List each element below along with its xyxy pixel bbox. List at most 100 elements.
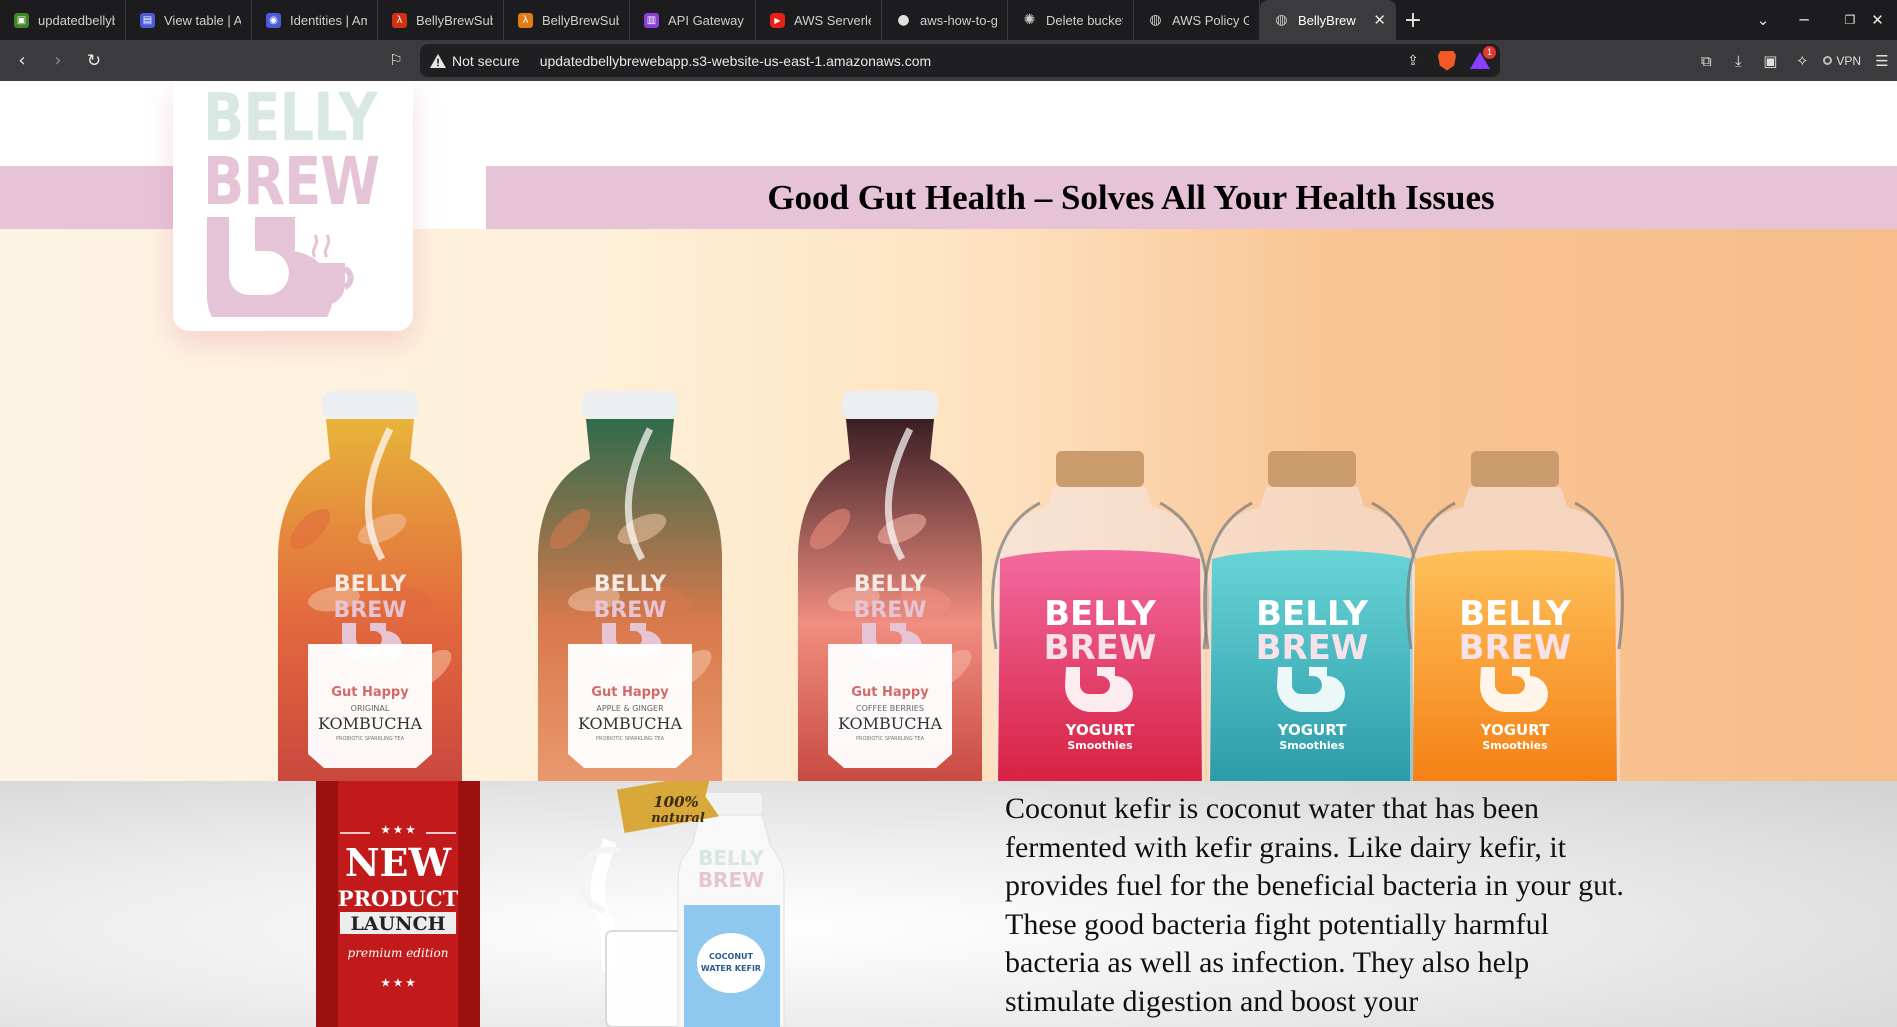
leo-ai-icon[interactable]: ✧ — [1791, 50, 1813, 72]
chatgpt-icon: ✺ — [1023, 12, 1036, 28]
cork — [1268, 451, 1356, 487]
kombucha-brand-text: BREW — [333, 598, 406, 623]
brave-shields-icon[interactable] — [1438, 50, 1456, 71]
tab-9[interactable]: ✺ Delete bucket polic — [1008, 0, 1134, 40]
address-bar-actions: ⇪ 1 — [1402, 44, 1496, 77]
tab-title: BellyBrew — [1298, 12, 1356, 28]
yogurt-jar-3: BELLYBREWYOGURTSmoothies — [1405, 451, 1625, 781]
yogurt-sub: Smoothies — [1482, 739, 1548, 752]
cork — [1471, 451, 1559, 487]
coconut-kefir-visual: BELLYBREW COCONUT WATER KEFIR 100%natural — [576, 781, 785, 1027]
kombucha-brand-text: BREW — [593, 598, 666, 623]
tab-4[interactable]: λ BellyBrewSubmitHa — [378, 0, 504, 40]
tab-title: BellyBrewSubmitHa — [416, 12, 493, 28]
sidebar-icon[interactable]: ▣ — [1759, 50, 1781, 72]
yogurt-name: YOGURT — [1065, 721, 1135, 739]
lambda-icon: λ — [518, 12, 533, 28]
ribbon-new: NEW — [345, 840, 453, 885]
milk-glass — [605, 930, 683, 1027]
vpn-button[interactable]: VPN — [1823, 54, 1861, 68]
kombucha-brand-text: BELLY — [854, 572, 927, 597]
tab-title: API Gateway - API s — [668, 12, 745, 28]
address-bar[interactable]: Not secure updatedbellybrewebapp.s3-webs… — [420, 44, 1500, 77]
yogurt-brand-text: BREW — [1044, 628, 1157, 668]
kombucha-sub: PROBIOTIC SPARKLING TEA — [596, 736, 665, 742]
globe-icon: ◍ — [1149, 12, 1162, 28]
tab-title: Identities | Amazon — [290, 12, 367, 28]
ribbon-launch: LAUNCH — [350, 913, 445, 935]
minimize-button[interactable]: ─ — [1781, 0, 1827, 40]
kombucha-name: KOMBUCHA — [578, 714, 682, 733]
kombucha-name: KOMBUCHA — [318, 714, 422, 733]
yogurt-brand-text: BREW — [1256, 628, 1369, 668]
logo[interactable]: BELLY BREW — [173, 81, 413, 331]
tab-bar: ▣ updatedbellybrewe ▤ View table | Amazo ◉ Id… — [0, 0, 1897, 40]
lambda-icon: λ — [392, 12, 407, 28]
close-tab-icon[interactable]: ✕ — [1373, 11, 1386, 29]
kombucha-brand-text: BELLY — [594, 572, 667, 597]
kombucha-name: KOMBUCHA — [838, 714, 942, 733]
github-icon: ● — [897, 12, 910, 28]
bookmark-icon[interactable]: ⚐ — [381, 45, 411, 75]
close-window-button[interactable]: ✕ — [1858, 0, 1897, 40]
logo-brew-text: BREW — [203, 143, 380, 220]
yogurt-jar-2: BELLYBREWYOGURTSmoothies — [1202, 451, 1422, 781]
vpn-status-icon — [1823, 56, 1833, 65]
yogurt-sub: Smoothies — [1067, 739, 1133, 752]
kombucha-tag: Gut Happy — [851, 685, 929, 700]
reload-button[interactable]: ↻ — [79, 46, 109, 76]
youtube-icon: ▶ — [770, 12, 785, 28]
tab-10[interactable]: ◍ AWS Policy Generat — [1134, 0, 1260, 40]
url-text[interactable]: updatedbellybrewebapp.s3-website-us-east… — [540, 53, 931, 69]
tab-7[interactable]: ▶ AWS Serverless Tut — [756, 0, 882, 40]
ribbon-premium: premium edition — [348, 946, 449, 960]
extensions-icon[interactable]: ⧉ — [1695, 50, 1717, 72]
seal-text: natural — [651, 811, 705, 826]
kombucha-flavor: COFFEE BERRIES — [856, 704, 924, 713]
share-icon[interactable]: ⇪ — [1402, 50, 1424, 72]
ribbon-product: PRODUCT — [338, 886, 459, 911]
kombucha-flavor: ORIGINAL — [351, 704, 390, 713]
downloads-icon[interactable]: ⤓ — [1727, 50, 1749, 72]
globe-icon: ◍ — [1275, 12, 1288, 28]
tab-3[interactable]: ◉ Identities | Amazon — [252, 0, 378, 40]
tab-8[interactable]: ● aws-how-to-guide/ — [882, 0, 1008, 40]
tab-title: AWS Policy Generat — [1172, 12, 1249, 28]
security-label: Not secure — [452, 52, 520, 69]
kombucha-sub: PROBIOTIC SPARKLING TEA — [336, 736, 405, 742]
yogurt-brand-text: BREW — [1459, 628, 1572, 668]
yogurt-name: YOGURT — [1480, 721, 1550, 739]
tab-5[interactable]: λ BellyBrewSubmitHa — [504, 0, 630, 40]
tab-title: BellyBrewSubmitHa — [542, 12, 619, 28]
menu-icon[interactable]: ☰ — [1871, 50, 1893, 72]
ribbon-stars: ★ ★ ★ — [381, 825, 415, 836]
back-button[interactable]: ‹ — [7, 46, 37, 76]
kefir-label-text: WATER KEFIR — [701, 964, 761, 973]
kombucha-brand-text: BREW — [853, 598, 926, 623]
tab-1[interactable]: ▣ updatedbellybrewe — [0, 0, 126, 40]
kefir-brand-text: BREW — [698, 868, 764, 892]
kefir-label-text: COCONUT — [709, 952, 754, 961]
aws-s3-icon: ▣ — [14, 12, 29, 28]
api-gateway-icon: ▥ — [644, 12, 659, 28]
tab-11[interactable]: ◍ BellyBrew ✕ — [1260, 0, 1396, 40]
tab-title: View table | Amazo — [164, 12, 241, 28]
web-page: Good Gut Health – Solves All Your Health… — [0, 81, 1897, 1027]
seal-text: 100% — [653, 793, 699, 811]
logo-cup-icon — [207, 217, 354, 317]
kombucha-brand-text: BELLY — [334, 572, 407, 597]
tab-6[interactable]: ▥ API Gateway - API s — [630, 0, 756, 40]
new-product-visual: ★ ★ ★ NEWPRODUCTLAUNCH premium edition ★ ★ … — [316, 781, 785, 1027]
forward-button[interactable]: › — [43, 46, 73, 76]
tab-2[interactable]: ▤ View table | Amazo — [126, 0, 252, 40]
tab-search-chevron-icon[interactable]: ⌄ — [1740, 0, 1786, 40]
new-product-launch-ribbon: ★ ★ ★ NEWPRODUCTLAUNCH premium edition ★ ★ … — [316, 781, 480, 1027]
page-headline: Good Gut Health – Solves All Your Health… — [767, 177, 1495, 217]
new-tab-button[interactable]: + — [1396, 0, 1430, 40]
yogurt-jar-1: BELLYBREWYOGURTSmoothies — [990, 451, 1210, 781]
kombucha-tag: Gut Happy — [331, 685, 409, 700]
tab-title: aws-how-to-guide/ — [920, 12, 997, 28]
kombucha-tag: Gut Happy — [591, 685, 669, 700]
brave-rewards-icon[interactable]: 1 — [1470, 45, 1496, 70]
security-indicator[interactable]: Not secure — [420, 53, 520, 69]
